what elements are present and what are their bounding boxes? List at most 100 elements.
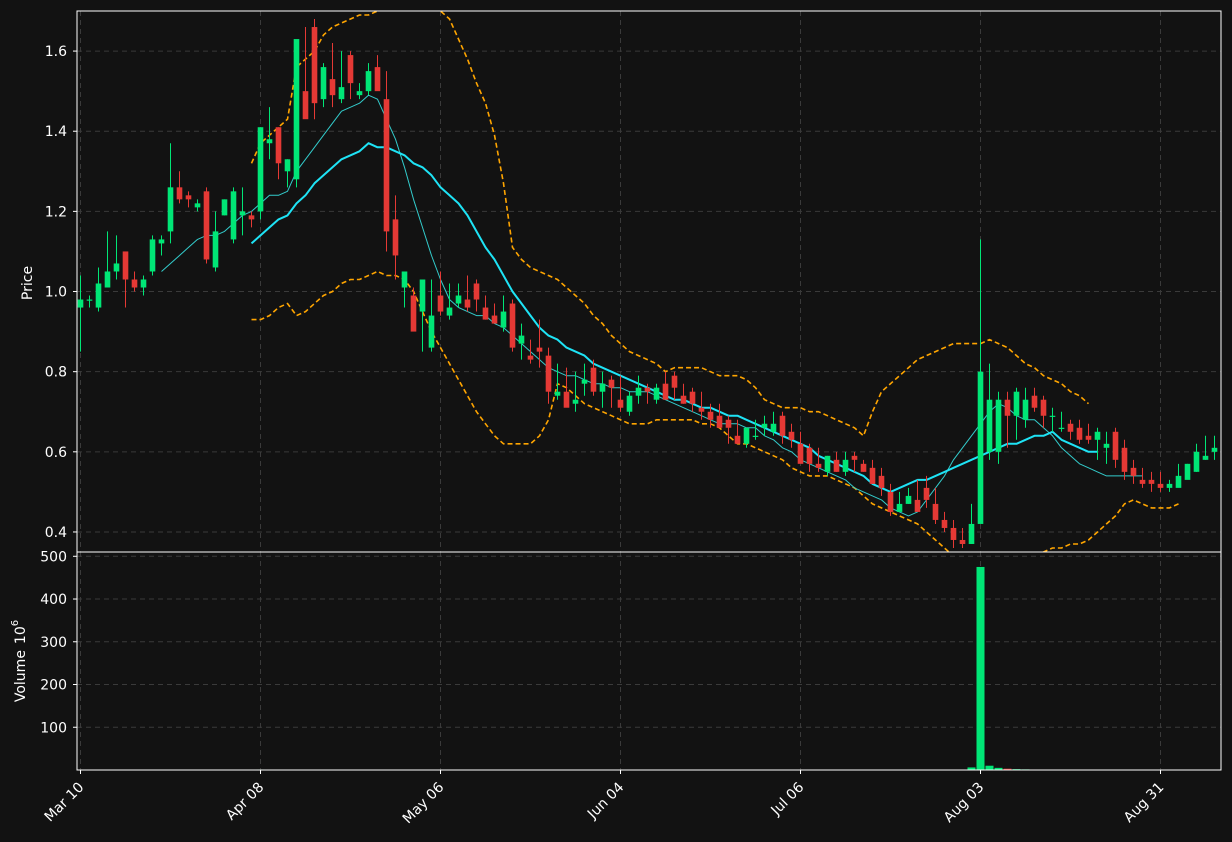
volume-label-power: 6 [10,620,21,626]
candle-body [1193,451,1200,472]
candle-body [734,435,741,444]
candle-body [338,87,345,100]
volume-bar [985,765,994,770]
candle-body [671,375,678,388]
candle-body [536,347,543,352]
candle-body [266,139,273,144]
candle-body [284,159,291,172]
candle-body [1139,479,1146,484]
candle-body [563,391,570,408]
candle-body [599,383,606,392]
candle-body [1031,395,1038,408]
candle-body [1085,435,1092,440]
candle-body [428,315,435,348]
candle-body [1004,399,1011,416]
candle-body [554,391,561,396]
candle-body [275,127,282,164]
candle [221,199,228,216]
candle-body [626,395,633,412]
candle-body [716,415,723,428]
candle-body [761,423,768,428]
candle-body [194,203,201,208]
volume-tick-label: 300 [40,635,67,651]
candle-body [851,455,858,460]
candle-body [1040,399,1047,416]
candle-body [644,387,651,392]
candle [1184,463,1191,480]
candle-body [122,251,129,280]
candle-body [1202,455,1209,460]
price-y-axis-label: Price [20,266,36,300]
candle-body [896,503,903,512]
candle-body [230,191,237,240]
candle-body [707,411,714,420]
candle-body [1058,427,1065,429]
candle-body [248,215,255,220]
candle-body [545,355,552,392]
candle-body [140,279,147,288]
volume-tick-label: 200 [40,678,67,694]
candle-body [176,187,183,200]
candle-body [1121,447,1128,472]
candle-body [347,55,354,84]
candle-body [293,39,300,180]
candle-body [1157,483,1164,488]
candle-body [1076,427,1083,440]
candle-body [752,435,759,437]
candle-body [383,99,390,232]
candle-body [869,467,876,484]
candle-body [464,299,471,308]
candle-body [824,455,831,472]
candle-body [518,335,525,344]
candle-body [473,283,480,300]
volume-tick-label: 500 [40,549,67,565]
price-tick-label: 1.4 [45,124,67,140]
candle-body [419,279,426,312]
candle-body [959,539,966,544]
candle-body [356,91,363,96]
candle-body [572,399,579,404]
candle-body [635,387,642,396]
candle-body [941,519,948,528]
candle-body [113,263,120,272]
candle-body [905,495,912,504]
candle-body [1130,467,1137,476]
price-tick-label: 0.4 [45,525,67,541]
candle-body [1175,475,1182,488]
candle-body [1067,423,1074,432]
candle-body [950,527,957,540]
candle-body [1013,391,1020,416]
candle-body [680,395,687,404]
candle-body [509,303,516,348]
candle-body [1166,483,1173,488]
candle-body [392,219,399,256]
candle-body [1049,415,1056,417]
volume-tick-label: 100 [40,720,67,736]
candle-body [221,199,228,216]
candle-body [923,487,930,500]
candle-body [131,279,138,288]
candle-body [914,499,921,512]
candle-body [815,463,822,468]
candle-body [968,523,975,544]
volume-label-base: 10 [13,626,29,644]
candle-body [185,195,192,200]
candle-body [995,399,1002,452]
price-tick-label: 1.6 [45,44,67,60]
candle-body [401,271,408,288]
candle [257,127,264,220]
candle-body [860,463,867,472]
candle-body [374,67,381,92]
candle [149,235,156,276]
candle-body [689,391,696,404]
candle-body [1211,447,1218,452]
candle-body [158,239,165,244]
price-tick-label: 0.6 [45,445,67,461]
volume-y-axis-label: Volume 106 [10,620,29,702]
candle-body [581,379,588,384]
candlestick-chart: 0.4 0.6 0.8 1.0 1.2 1.4 1.6 Price 100 200 300 400… [0,0,1232,842]
candle-body [149,239,156,272]
candle-body [1094,431,1101,440]
candle-body [653,387,660,400]
candle-body [437,295,444,312]
